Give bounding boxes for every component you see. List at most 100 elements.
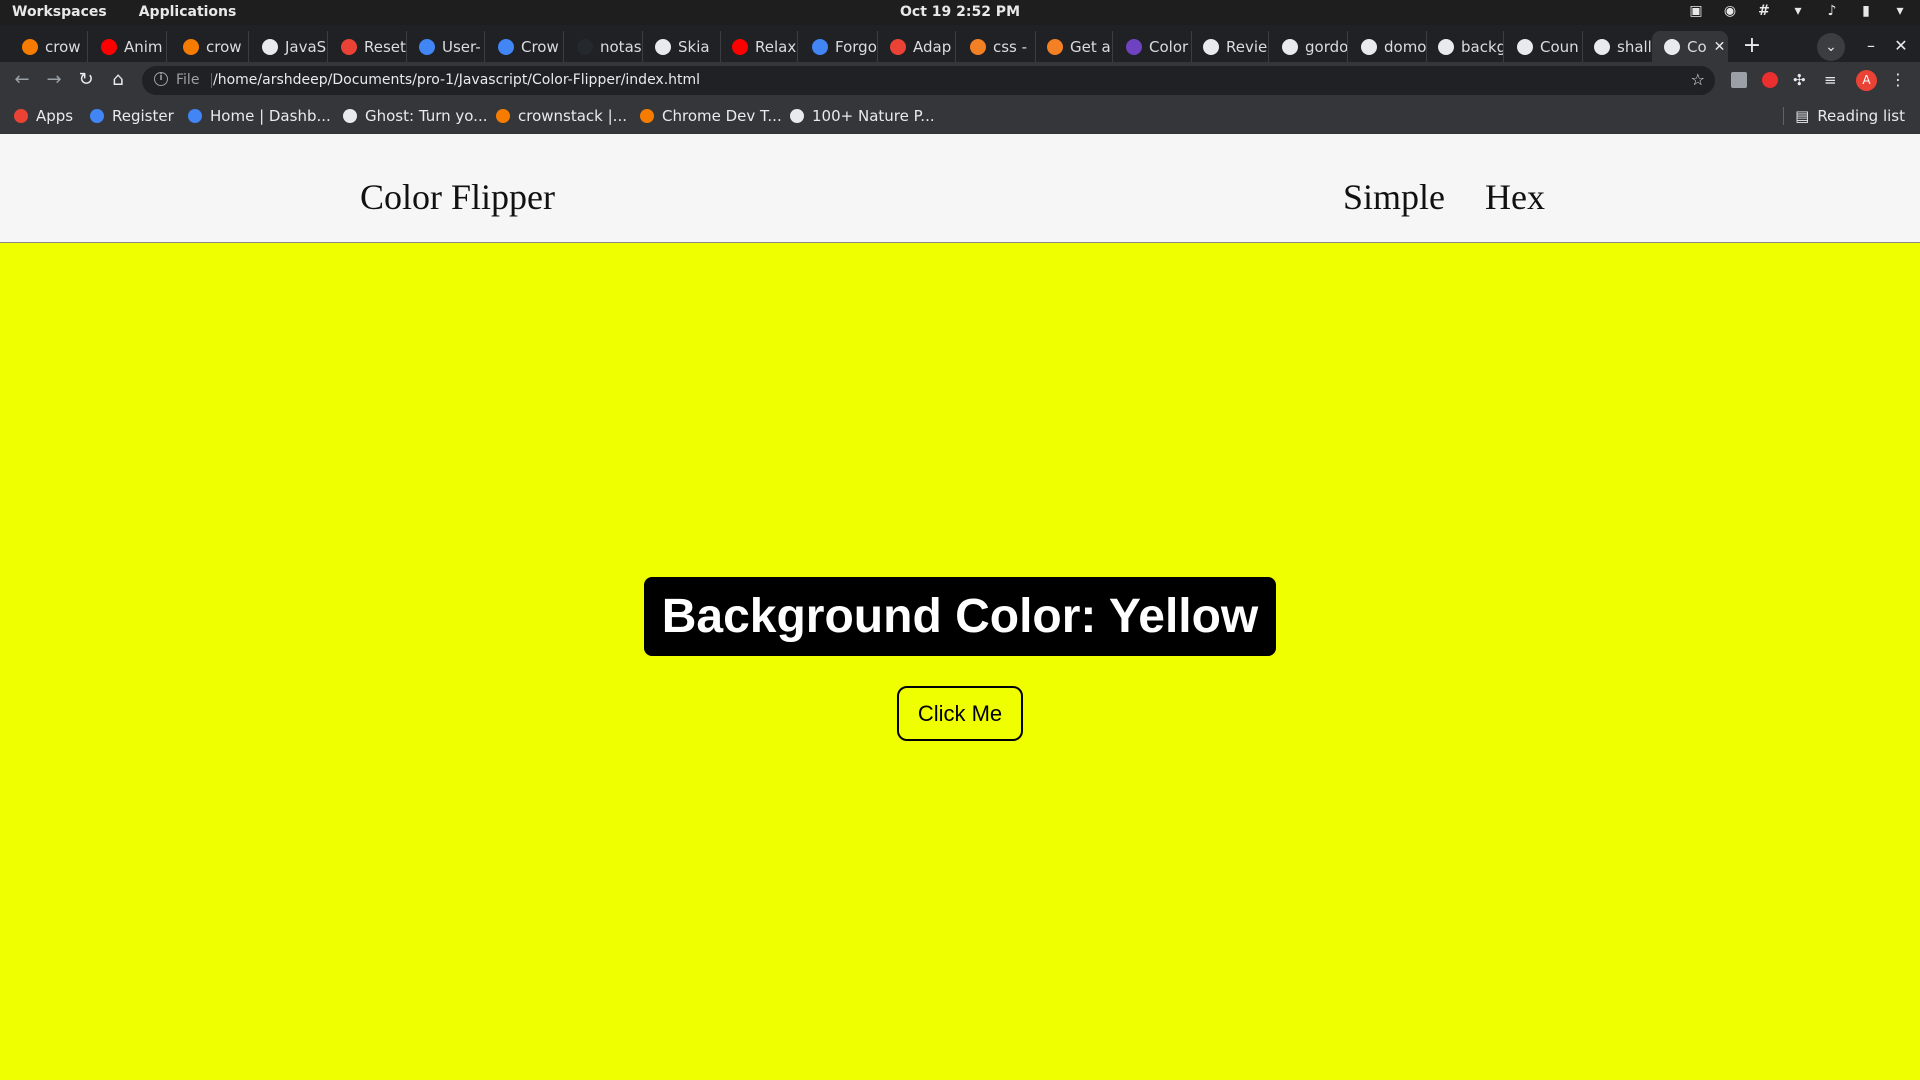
address-bar[interactable]: i File /home/arshdeep/Documents/pro-1/Ja… [142,66,1715,95]
tab-label: Adap [913,37,952,56]
background-color-label: Background Color: Yellow [644,577,1276,656]
system-menu-chevron-icon[interactable]: ▾ [1892,3,1908,19]
gmail-icon [341,38,357,55]
bookmark-item[interactable]: crownstack |... [496,107,627,125]
tab-label: Coun [1540,37,1579,56]
tab-label: shall [1617,37,1652,56]
bookmark-item[interactable]: Register [90,107,174,125]
system-top-bar: Workspaces Applications Oct 19 2:52 PM ▣… [0,0,1920,25]
youtube-icon [732,38,748,55]
minimize-button[interactable]: – [1857,33,1885,61]
bookmarks-divider [1783,107,1785,125]
tab-search-button[interactable]: ⌄ [1817,33,1845,61]
tab-label: notas [600,37,642,56]
browser-tab[interactable]: crow [10,31,88,62]
browser-tab[interactable]: crow [171,31,249,62]
stackoverflow-icon [1047,38,1063,55]
browser-tab[interactable]: Co ✕ [1652,31,1728,62]
browser-tab[interactable]: User- [407,31,485,62]
browser-tab[interactable]: Anim [89,31,167,62]
browser-tab[interactable]: Get a [1035,31,1113,62]
system-tray: ▣ ◉ # ▾ ♪ ▮ ▾ [1688,3,1908,19]
browser-tab[interactable]: Coun [1505,31,1583,62]
extension-icon[interactable] [1731,72,1747,88]
bookmark-label: Chrome Dev T... [662,107,782,125]
reading-list-button[interactable]: ▤ Reading list [1783,107,1905,125]
browser-tab[interactable]: JavaS [250,31,328,62]
bookmarks-bar: Apps Register Home | Dashb... Ghost: Turn y… [0,99,1920,134]
browser-tab[interactable]: backg [1426,31,1504,62]
crown-icon [496,109,510,123]
browser-tab[interactable]: Forgo [800,31,878,62]
nav-link-hex[interactable]: Hex [1485,176,1545,218]
nav-link-simple[interactable]: Simple [1343,176,1445,218]
tab-label: domo [1384,37,1427,56]
browser-tab[interactable]: Relax [720,31,798,62]
discord-icon[interactable]: ◉ [1722,3,1738,19]
bookmark-label: Register [112,107,174,125]
reload-button[interactable]: ↻ [74,68,98,92]
tab-label: User- [442,37,481,56]
slack-icon[interactable]: # [1756,3,1772,19]
browser-tab[interactable]: Skia [643,31,721,62]
browser-tab[interactable]: Adap [878,31,956,62]
browser-tab[interactable]: gordo [1270,31,1348,62]
browser-toolbar: ← → ↻ ⌂ i File /home/arshdeep/Documents/… [0,62,1920,99]
browser-tab[interactable]: shall [1582,31,1660,62]
browser-menu-icon[interactable]: ⋮ [1890,72,1906,88]
battery-icon[interactable]: ▮ [1858,3,1874,19]
bookmark-item[interactable]: Apps [14,107,73,125]
k-icon [812,38,828,55]
bookmark-item[interactable]: Home | Dashb... [188,107,331,125]
url-text[interactable]: /home/arshdeep/Documents/pro-1/Javascrip… [213,72,700,88]
browser-tab[interactable]: css - [958,31,1036,62]
page-brand[interactable]: Color Flipper [360,176,555,218]
page-navbar: Color Flipper Simple Hex [0,134,1920,243]
tab-close-icon[interactable]: ✕ [1714,39,1726,55]
home-button[interactable]: ⌂ [106,68,130,92]
close-window-button[interactable]: ✕ [1887,33,1915,61]
tab-label: crow [206,37,242,56]
crown-icon [22,38,38,55]
volume-icon[interactable]: ♪ [1824,3,1840,19]
media-control-icon[interactable]: ≡ [1824,72,1840,88]
bookmark-star-icon[interactable]: ☆ [1691,70,1705,89]
applications-menu[interactable]: Applications [139,4,237,20]
back-button[interactable]: ← [10,68,34,92]
workspaces-menu[interactable]: Workspaces [12,4,107,20]
crown-icon [640,109,654,123]
color-flipper-main: Background Color: Yellow Click Me [0,244,1920,1080]
globe-icon [1203,38,1219,55]
window-switcher-icon[interactable]: ▣ [1688,3,1704,19]
profile-avatar[interactable]: A [1856,70,1877,91]
new-tab-button[interactable]: + [1738,33,1766,61]
browser-tab[interactable]: Revie [1191,31,1269,62]
k-icon [90,109,104,123]
browser-tab[interactable]: domo [1349,31,1427,62]
browser-tab[interactable]: notas [565,31,643,62]
extensions-puzzle-icon[interactable]: ✣ [1793,72,1809,88]
stackoverflow-icon [970,38,986,55]
page-nav-links: Simple Hex [1343,176,1545,218]
forward-button[interactable]: → [42,68,66,92]
k-icon [419,38,435,55]
bookmark-item[interactable]: 100+ Nature P... [790,107,935,125]
wifi-icon[interactable]: ▾ [1790,3,1806,19]
browser-tab[interactable]: Color [1114,31,1192,62]
reading-list-icon: ▤ [1795,107,1810,125]
tab-label: Skia [678,37,710,56]
tab-label: Forgo [835,37,877,56]
extension-red-icon[interactable] [1762,72,1778,88]
site-info-icon[interactable]: i [154,72,168,86]
reading-list-label: Reading list [1817,107,1905,125]
github-icon [577,38,593,55]
browser-tab[interactable]: Reset [329,31,407,62]
clock[interactable]: Oct 19 2:52 PM [900,4,1020,20]
crown-icon [183,38,199,55]
ghost-icon [343,109,357,123]
click-me-button[interactable]: Click Me [897,686,1023,741]
bookmark-item[interactable]: Ghost: Turn yo... [343,107,488,125]
browser-tab[interactable]: Crow [486,31,564,62]
bookmark-item[interactable]: Chrome Dev T... [640,107,782,125]
globe-icon [655,38,671,55]
